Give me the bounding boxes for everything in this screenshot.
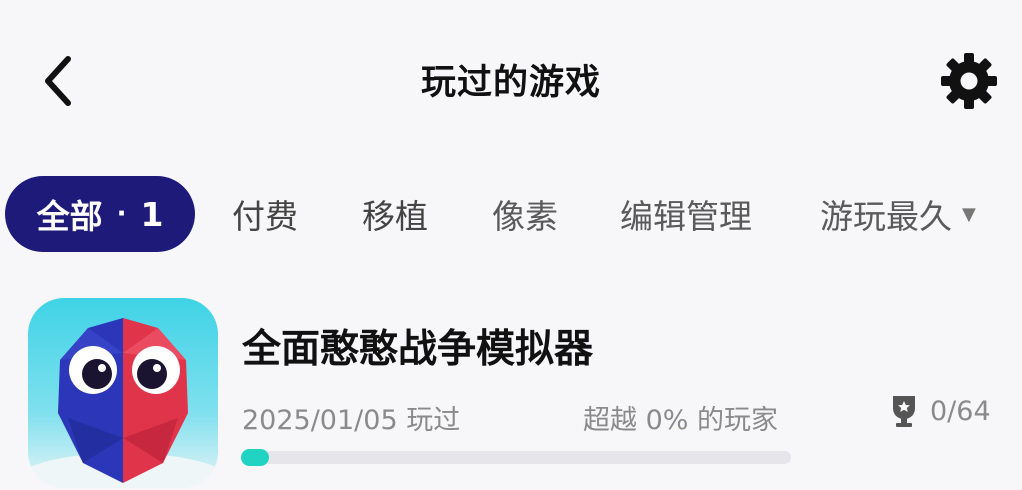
trophy-icon: [893, 396, 915, 427]
tab-pixel[interactable]: 像素: [492, 176, 558, 252]
tab-all-label: 全部: [36, 197, 103, 236]
gear-icon: [941, 53, 997, 109]
tab-all[interactable]: 全部 · 1: [5, 176, 195, 252]
separator-dot: ·: [116, 199, 127, 229]
filter-tabs: 全部 · 1 付费 移植 像素 编辑管理 游玩最久 ▼: [0, 176, 1022, 252]
achievement-progress-bar: [241, 449, 791, 466]
tab-all-count: 1: [140, 194, 164, 234]
page-title: 玩过的游戏: [420, 63, 601, 103]
tab-ported[interactable]: 移植: [362, 176, 428, 252]
caret-down-icon: ▼: [962, 203, 976, 225]
achievement-count: 0/64: [890, 394, 991, 428]
sort-dropdown[interactable]: 游玩最久 ▼: [820, 176, 976, 252]
played-games-page: 玩过的游戏 全部 · 1 付费 移植 像素 编辑管理 游玩最久 ▼ 全面憨憨战争…: [0, 0, 1022, 490]
wobbly-character-image: [28, 318, 218, 488]
sort-label: 游玩最久: [820, 197, 952, 236]
tab-paid[interactable]: 付费: [232, 176, 298, 252]
game-app-icon[interactable]: [28, 298, 218, 488]
player-percentile: 超越 0% 的玩家: [583, 405, 778, 436]
tab-editors-choice[interactable]: 编辑管理: [620, 176, 752, 252]
game-title: 全面憨憨战争模拟器: [242, 327, 594, 372]
achievement-count-text: 0/64: [930, 395, 991, 427]
progress-fill: [241, 449, 269, 466]
settings-button[interactable]: [936, 48, 1002, 114]
played-date: 2025/01/05 玩过: [242, 405, 461, 436]
